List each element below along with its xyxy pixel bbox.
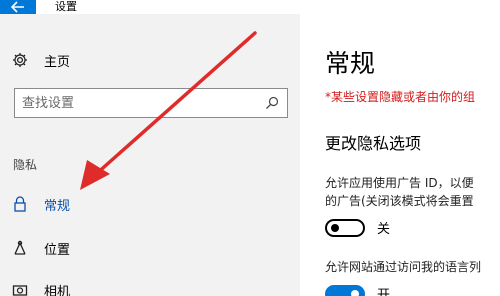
sidebar-item-general[interactable]: 常规 <box>0 190 300 218</box>
sidebar-item-location[interactable]: 位置 <box>0 234 300 262</box>
back-button[interactable] <box>0 0 36 14</box>
sidebar-item-label: 相机 <box>44 284 71 296</box>
sidebar-item-label: 常规 <box>44 198 71 214</box>
advertising-id-toggle[interactable] <box>325 218 365 237</box>
lock-icon <box>12 196 28 212</box>
toggle-state-label: 开 <box>377 288 391 296</box>
gear-icon <box>12 52 28 68</box>
language-list-toggle-row: 开 <box>325 284 390 296</box>
language-list-description: 允许网站通过访问我的语言列 <box>325 260 482 274</box>
advertising-id-description-line1: 允许应用使用广告 ID，以便 <box>325 176 474 190</box>
group-label-privacy: 隐私 <box>13 158 38 172</box>
sidebar-item-home[interactable]: 主页 <box>0 46 300 74</box>
advertising-id-toggle-row: 关 <box>325 218 390 237</box>
language-list-toggle[interactable] <box>325 284 365 296</box>
search-input[interactable] <box>16 90 256 116</box>
search-box[interactable] <box>14 88 288 118</box>
section-title: 更改隐私选项 <box>325 134 422 153</box>
location-icon <box>12 240 28 256</box>
back-arrow-icon <box>11 1 24 13</box>
title-bar: 设置 <box>0 0 500 14</box>
advertising-id-description-line2: 的广告(关闭该模式将会重置 <box>325 194 474 208</box>
sidebar-item-camera[interactable]: 相机 <box>0 276 300 296</box>
search-icon[interactable] <box>265 96 279 110</box>
camera-icon <box>12 282 28 296</box>
sidebar-item-label: 主页 <box>44 54 71 70</box>
page-title: 常规 <box>325 49 376 78</box>
toggle-knob <box>331 223 339 232</box>
sidebar-item-label: 位置 <box>44 242 71 258</box>
managed-warning: *某些设置隐藏或者由你的组 <box>325 90 476 104</box>
main-content: 常规 *某些设置隐藏或者由你的组 更改隐私选项 允许应用使用广告 ID，以便 的… <box>300 14 500 296</box>
toggle-knob <box>351 289 359 296</box>
toggle-state-label: 关 <box>377 222 391 237</box>
app-title: 设置 <box>55 0 77 13</box>
